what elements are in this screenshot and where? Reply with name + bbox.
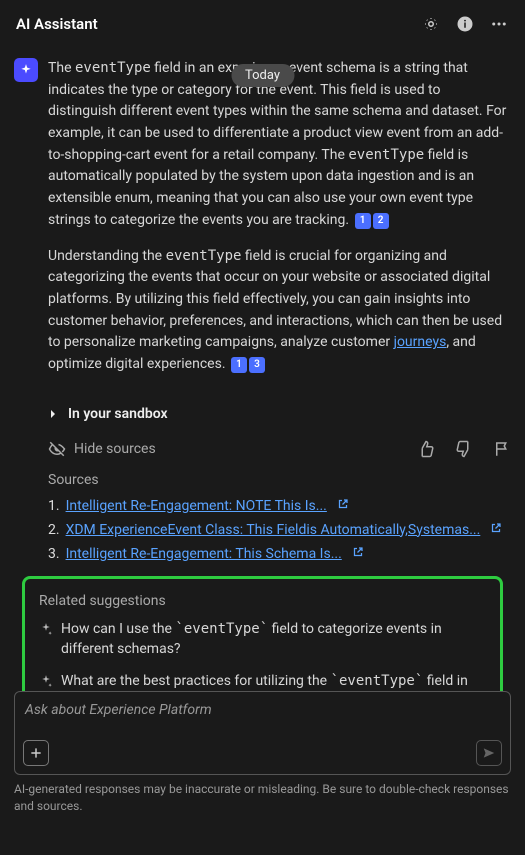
source-link[interactable]: Intelligent Re-Engagement: This Schema I… [66,546,342,562]
input-placeholder: Ask about Experience Platform [25,702,500,718]
add-button[interactable] [23,740,49,766]
suggestion-item[interactable]: How can I use the `eventType` field to c… [39,619,486,660]
source-item: 3. Intelligent Re-Engagement: This Schem… [48,546,511,562]
hide-sources-button[interactable]: Hide sources [48,440,156,458]
input-area: Ask about Experience Platform AI-generat… [14,691,511,815]
external-link-icon[interactable] [337,498,349,514]
action-row: Hide sources [14,432,511,472]
related-title: Related suggestions [39,593,486,609]
chat-input[interactable]: Ask about Experience Platform [14,691,511,775]
info-icon[interactable] [455,14,475,34]
send-button[interactable] [476,740,502,766]
sources-block: Sources 1. Intelligent Re-Engagement: NO… [48,472,511,562]
eye-off-icon [48,440,66,458]
related-suggestions: Related suggestions How can I use the `e… [22,576,503,706]
external-link-icon[interactable] [490,522,502,538]
sources-title: Sources [48,472,511,488]
plus-icon [29,746,43,760]
message-paragraph-2: Understanding the eventType field is cru… [48,246,511,376]
disclaimer-text: AI-generated responses may be inaccurate… [14,781,511,815]
expander-label: In your sandbox [68,406,168,422]
external-link-icon[interactable] [352,546,364,562]
date-chip: Today [231,64,294,87]
journeys-link[interactable]: journeys [394,334,447,350]
send-icon [482,746,496,760]
thumbs-down-icon[interactable] [455,440,473,458]
header: AI Assistant [0,0,525,48]
hide-sources-label: Hide sources [74,441,156,457]
sparkle-icon [39,622,53,636]
sandbox-expander[interactable]: In your sandbox [48,396,511,432]
message-body: The eventType field in an experience eve… [48,58,511,390]
ref-badge[interactable]: 1 [231,357,247,373]
ref-badge[interactable]: 1 [355,213,371,229]
feedback-actions [417,440,511,458]
thumbs-up-icon[interactable] [417,440,435,458]
chevron-right-icon [48,409,58,419]
ref-badge[interactable]: 3 [249,357,265,373]
assistant-message: The eventType field in an experience eve… [14,58,511,390]
source-link[interactable]: XDM ExperienceEvent Class: This Fieldis … [66,522,481,538]
assistant-avatar [14,58,38,82]
ref-badge[interactable]: 2 [373,213,389,229]
content-area: Today The eventType field in an experien… [0,48,525,706]
header-title: AI Assistant [16,15,98,33]
source-item: 1. Intelligent Re-Engagement: NOTE This … [48,498,511,514]
source-link[interactable]: Intelligent Re-Engagement: NOTE This Is.… [66,498,327,514]
more-icon[interactable] [489,14,509,34]
sparkle-icon [39,674,53,688]
lightbulb-icon[interactable] [421,14,441,34]
flag-icon[interactable] [493,440,511,458]
header-actions [421,14,509,34]
input-controls [23,740,502,766]
source-item: 2. XDM ExperienceEvent Class: This Field… [48,522,511,538]
